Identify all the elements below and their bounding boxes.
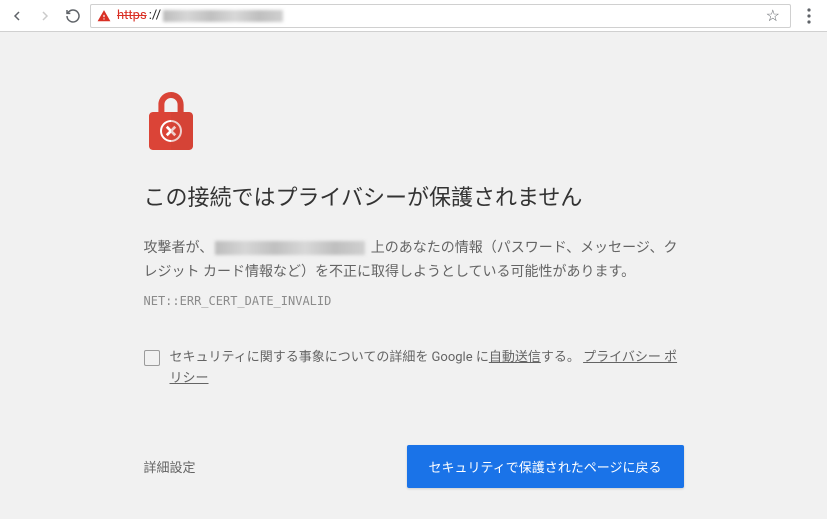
kebab-menu-icon[interactable]: [797, 4, 821, 28]
body-prefix: 攻撃者が、: [144, 240, 214, 256]
error-code: NET::ERR_CERT_DATE_INVALID: [144, 294, 684, 308]
url-text: https://: [117, 8, 756, 23]
error-headline: この接続ではプライバシーが保護されません: [144, 184, 684, 215]
url-host-redacted: [163, 10, 283, 22]
reload-button[interactable]: [62, 5, 84, 27]
warning-icon: [97, 9, 111, 23]
bookmark-star-icon[interactable]: ☆: [762, 6, 784, 25]
lock-error-icon: [144, 92, 684, 156]
back-button[interactable]: [6, 5, 28, 27]
auto-send-link[interactable]: 自動送信: [489, 350, 541, 365]
back-to-safety-button[interactable]: セキュリティで保護されたページに戻る: [407, 445, 684, 488]
forward-button[interactable]: [34, 5, 56, 27]
opt-in-row: セキュリティに関する事象についての詳細を Google に自動送信する。 プライ…: [144, 348, 684, 390]
body-host-redacted: [215, 241, 365, 255]
page-content: この接続ではプライバシーが保護されません 攻撃者が、 上のあなたの情報（パスワー…: [0, 32, 827, 488]
opt-in-checkbox[interactable]: [144, 350, 160, 366]
ssl-error-interstitial: この接続ではプライバシーが保護されません 攻撃者が、 上のあなたの情報（パスワー…: [144, 92, 684, 488]
error-body: 攻撃者が、 上のあなたの情報（パスワード、メッセージ、クレジット カード情報など…: [144, 237, 684, 285]
url-scheme: https: [117, 8, 147, 23]
advanced-button[interactable]: 詳細設定: [144, 457, 196, 476]
button-row: 詳細設定 セキュリティで保護されたページに戻る: [144, 445, 684, 488]
opt-in-label: セキュリティに関する事象についての詳細を Google に自動送信する。 プライ…: [170, 348, 684, 390]
url-separator: ://: [149, 8, 161, 23]
browser-toolbar: https:// ☆: [0, 0, 827, 32]
address-bar[interactable]: https:// ☆: [90, 4, 791, 28]
